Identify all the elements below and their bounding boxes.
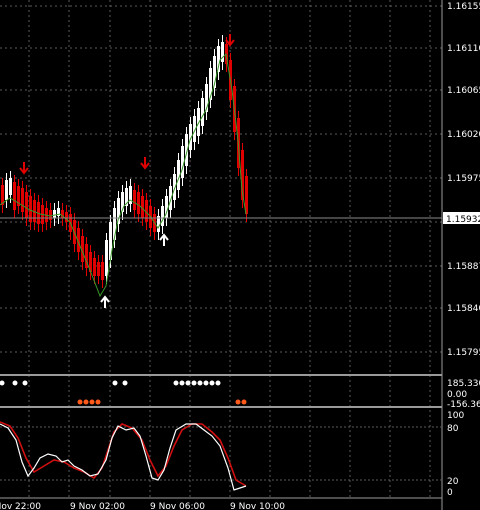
stoch-axis-label: 20 (447, 477, 459, 487)
down-arrow-icon (19, 162, 29, 175)
candle-body (93, 258, 96, 276)
price-panel[interactable] (0, 5, 442, 353)
stoch-axis-label: 0 (447, 488, 453, 498)
price-label: 1.15887 (447, 262, 480, 272)
up-arrow-icon (100, 295, 110, 308)
candles (1, 35, 248, 288)
time-label: 9 Nov 06:00 (150, 502, 205, 510)
indicator-dot (179, 380, 185, 386)
candle-body (13, 182, 16, 210)
stochastic-panel[interactable]: 100 80 20 0 (0, 411, 464, 498)
price-label: 1.15975 (447, 174, 480, 184)
indicator-dot (235, 399, 241, 405)
stoch-axis-label: 100 (447, 411, 464, 421)
price-label: 1.16110 (447, 44, 480, 54)
candle-body (5, 180, 8, 200)
indicator-dot (173, 380, 179, 386)
candle-body (25, 192, 28, 218)
indicator-dot (197, 380, 203, 386)
dots-indicator-panel[interactable]: 185.3306 0.00 -156.360 (0, 379, 480, 410)
candle-body (133, 190, 136, 210)
indicator-dot (215, 380, 221, 386)
candle-body (161, 206, 164, 226)
indicator-dot (209, 380, 215, 386)
candle-body (97, 262, 100, 276)
candle-body (53, 210, 56, 218)
dots-axis-label: 0.00 (447, 390, 467, 400)
candle-body (105, 240, 108, 276)
panel-separator[interactable] (0, 374, 442, 376)
candle-body (9, 178, 12, 195)
panel-separator[interactable] (0, 406, 442, 408)
indicator-dots (0, 380, 247, 405)
indicator-dot (0, 380, 5, 386)
price-label: 1.16065 (447, 86, 480, 96)
signal-arrows (19, 34, 235, 308)
stoch-axis-label: 80 (447, 424, 459, 434)
indicator-dot (191, 380, 197, 386)
indicator-dot (12, 380, 18, 386)
price-label: 1.15840 (447, 304, 480, 314)
current-price-value: 1.15932 (446, 215, 480, 225)
indicator-dot (22, 380, 28, 386)
price-label: 1.15795 (447, 348, 480, 358)
stochastic-signal-line (0, 421, 247, 487)
time-label: 9 Nov 10:00 (230, 502, 285, 510)
indicator-dot (203, 380, 209, 386)
down-arrow-icon (225, 34, 235, 47)
indicator-dot (89, 399, 95, 405)
candle-body (21, 188, 24, 212)
candle-body (181, 146, 184, 178)
indicator-dot (112, 380, 118, 386)
indicator-dot (185, 380, 191, 386)
indicator-dot (122, 380, 128, 386)
time-axis: 8 Nov 22:00 9 Nov 02:00 9 Nov 06:00 9 No… (0, 497, 442, 510)
dots-axis-label: -156.360 (447, 400, 480, 410)
trading-chart[interactable]: 1.16155 1.16110 1.16065 1.16020 1.15975 … (0, 0, 480, 510)
time-label: 9 Nov 02:00 (70, 502, 125, 510)
time-label: 8 Nov 22:00 (0, 502, 41, 510)
price-label: 1.16020 (447, 130, 480, 140)
indicator-dot (83, 399, 89, 405)
up-arrow-icon (159, 233, 169, 246)
indicator-dot (95, 399, 101, 405)
down-arrow-icon (140, 157, 150, 170)
indicator-dot (241, 399, 247, 405)
candle-body (101, 262, 104, 280)
price-label: 1.16155 (447, 2, 480, 12)
candle-body (137, 192, 140, 214)
dots-axis-label: 185.3306 (447, 379, 480, 389)
indicator-dot (77, 399, 83, 405)
candle-body (201, 98, 204, 126)
